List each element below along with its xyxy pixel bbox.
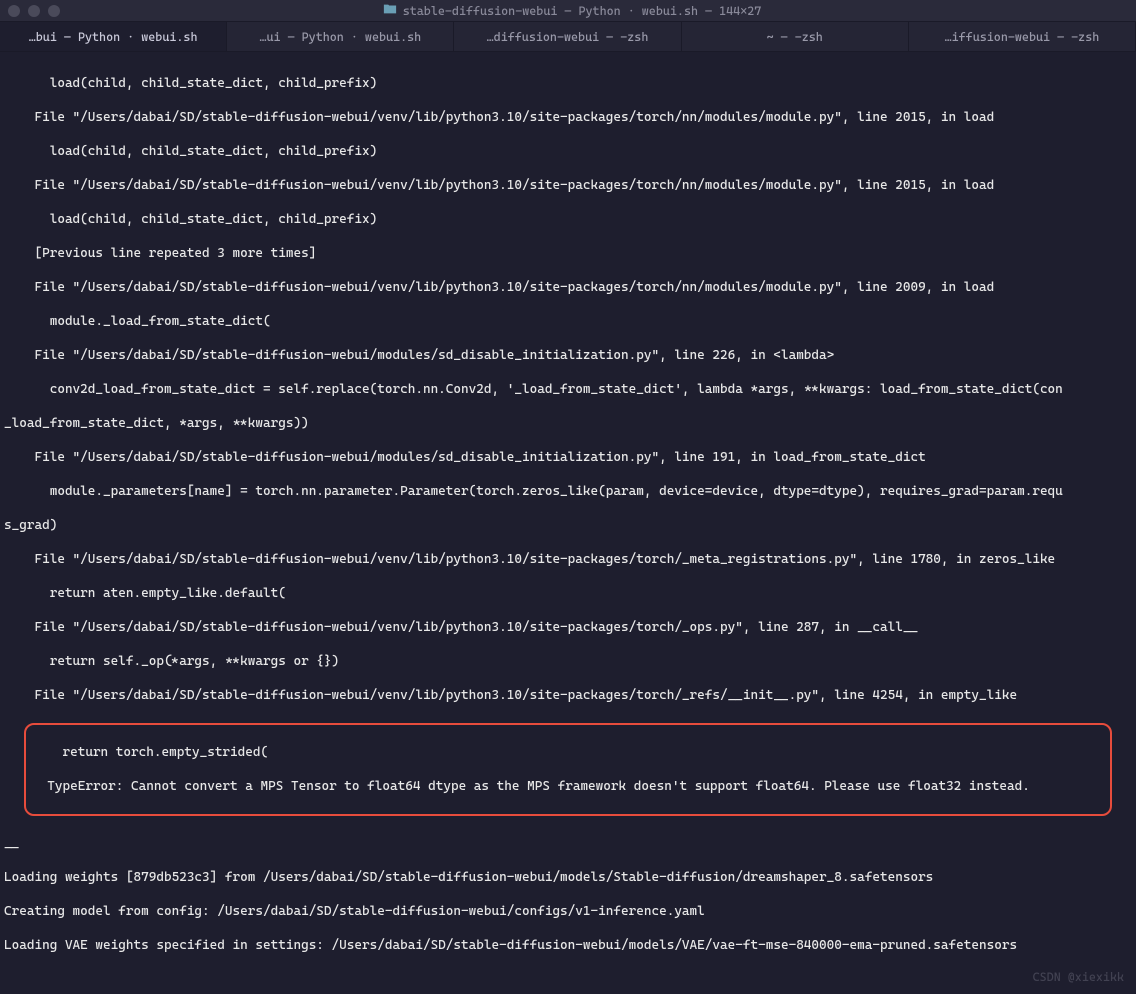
terminal-output[interactable]: load(child, child_state_dict, child_pref… <box>0 52 1136 994</box>
watermark: CSDN @xiexikk <box>1033 969 1124 986</box>
trace-line: File "/Users/dabai/SD/stable-diffusion-w… <box>4 347 1132 364</box>
window-title: stable-diffusion-webui — Python · webui.… <box>76 2 1068 19</box>
trace-line: File "/Users/dabai/SD/stable-diffusion-w… <box>4 619 1132 636</box>
tab-1[interactable]: …bui — Python · webui.sh <box>0 22 227 51</box>
folder-icon <box>383 2 397 19</box>
tab-5[interactable]: …iffusion-webui — -zsh <box>909 22 1136 51</box>
trace-line: File "/Users/dabai/SD/stable-diffusion-w… <box>4 177 1132 194</box>
tab-1-label: …bui — Python · webui.sh <box>29 30 198 44</box>
close-window-button[interactable] <box>8 5 20 17</box>
trace-line: File "/Users/dabai/SD/stable-diffusion-w… <box>4 687 1132 704</box>
tab-2[interactable]: …ui — Python · webui.sh <box>227 22 454 51</box>
tab-4-label: ~ — -zsh <box>767 30 823 44</box>
trace-line: File "/Users/dabai/SD/stable-diffusion-w… <box>4 279 1132 296</box>
trace-line: return self._op(*args, **kwargs or {}) <box>4 653 1132 670</box>
output-line: Loading VAE weights specified in setting… <box>4 937 1132 954</box>
output-line: Loading weights [879db523c3] from /Users… <box>4 869 1132 886</box>
trace-line: return aten.empty_like.default( <box>4 585 1132 602</box>
trace-line: load(child, child_state_dict, child_pref… <box>4 75 1132 92</box>
window-titlebar: stable-diffusion-webui — Python · webui.… <box>0 0 1136 22</box>
trace-line: s_grad) <box>4 517 1132 534</box>
traffic-lights <box>8 5 60 17</box>
window-title-text: stable-diffusion-webui — Python · webui.… <box>403 4 762 18</box>
tab-4[interactable]: ~ — -zsh <box>682 22 909 51</box>
minimize-window-button[interactable] <box>28 5 40 17</box>
maximize-window-button[interactable] <box>48 5 60 17</box>
tab-bar: …bui — Python · webui.sh …ui — Python · … <box>0 22 1136 52</box>
tab-5-label: …iffusion-webui — -zsh <box>945 30 1100 44</box>
error-highlight-box: return torch.empty_strided( TypeError: C… <box>24 723 1112 816</box>
tab-2-label: …ui — Python · webui.sh <box>259 30 421 44</box>
trace-line: _load_from_state_dict, *args, **kwargs)) <box>4 415 1132 432</box>
trace-line: conv2d_load_from_state_dict = self.repla… <box>4 381 1132 398</box>
prompt-line: __ <box>4 835 1132 852</box>
trace-line: File "/Users/dabai/SD/stable-diffusion-w… <box>4 109 1132 126</box>
error-line: return torch.empty_strided( <box>32 744 1104 761</box>
trace-line: load(child, child_state_dict, child_pref… <box>4 143 1132 160</box>
trace-line: module._load_from_state_dict( <box>4 313 1132 330</box>
tab-3[interactable]: …diffusion-webui — -zsh <box>454 22 681 51</box>
output-line: Creating model from config: /Users/dabai… <box>4 903 1132 920</box>
trace-line: module._parameters[name] = torch.nn.para… <box>4 483 1132 500</box>
trace-line: [Previous line repeated 3 more times] <box>4 245 1132 262</box>
trace-line: File "/Users/dabai/SD/stable-diffusion-w… <box>4 449 1132 466</box>
error-message: TypeError: Cannot convert a MPS Tensor t… <box>32 778 1104 795</box>
trace-line: load(child, child_state_dict, child_pref… <box>4 211 1132 228</box>
tab-3-label: …diffusion-webui — -zsh <box>487 30 649 44</box>
trace-line: File "/Users/dabai/SD/stable-diffusion-w… <box>4 551 1132 568</box>
